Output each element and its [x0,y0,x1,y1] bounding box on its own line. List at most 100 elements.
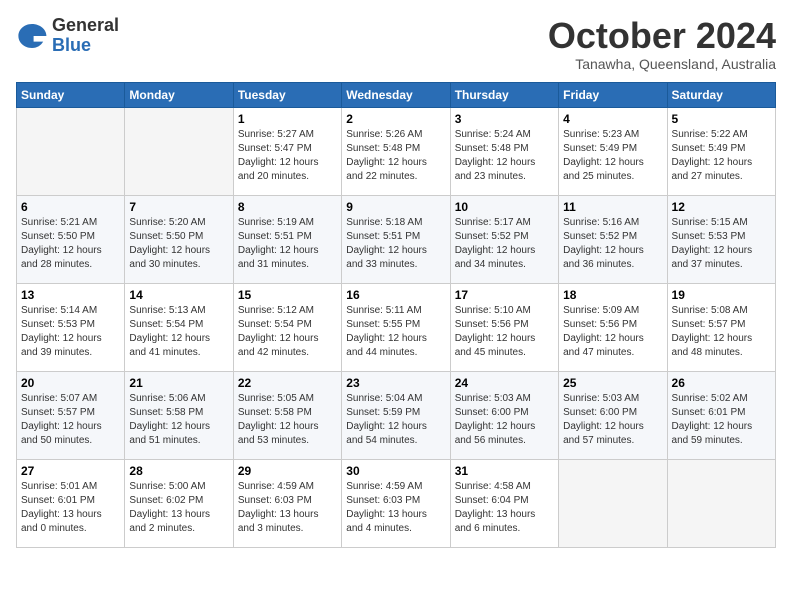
day-number: 10 [455,200,554,214]
calendar-cell [17,107,125,195]
day-number: 25 [563,376,662,390]
day-number: 31 [455,464,554,478]
calendar-week-row: 27Sunrise: 5:01 AMSunset: 6:01 PMDayligh… [17,459,776,547]
day-number: 11 [563,200,662,214]
calendar-week-row: 20 Sunrise: 5:07 AMSunset: 5:57 PMDayligh… [17,371,776,459]
day-info: Sunrise: 5:08 AMSunset: 5:57 PMDaylight:… [672,304,771,360]
day-info: Sunrise: 5:19 AMSunset: 5:51 PMDaylight:… [238,216,337,272]
calendar-cell: 27Sunrise: 5:01 AMSunset: 6:01 PMDayligh… [17,459,125,547]
day-info: Sunrise: 5:17 AMSunset: 5:52 PMDaylight:… [455,216,554,272]
day-info: Sunrise: 5:00 AMSunset: 6:02 PMDaylight:… [129,480,228,536]
weekday-header: Wednesday [342,82,450,107]
calendar-cell: 9Sunrise: 5:18 AMSunset: 5:51 PMDaylight… [342,195,450,283]
day-number: 7 [129,200,228,214]
calendar-cell: 31 Sunrise: 4:58 AMSunset: 6:04 PMDayligh… [450,459,558,547]
day-info: Sunrise: 5:09 AMSunset: 5:56 PMDaylight:… [563,304,662,360]
calendar-cell: 28 Sunrise: 5:00 AMSunset: 6:02 PMDayligh… [125,459,233,547]
day-info: Sunrise: 5:15 AMSunset: 5:53 PMDaylight:… [672,216,771,272]
calendar-week-row: 13 Sunrise: 5:14 AMSunset: 5:53 PMDayligh… [17,283,776,371]
day-number: 24 [455,376,554,390]
page-header: General Blue October 2024 Tanawha, Queen… [16,16,776,72]
day-number: 1 [238,112,337,126]
day-info: Sunrise: 5:18 AMSunset: 5:51 PMDaylight:… [346,216,445,272]
calendar-cell: 10 Sunrise: 5:17 AMSunset: 5:52 PMDayligh… [450,195,558,283]
day-number: 30 [346,464,445,478]
day-info: Sunrise: 5:20 AMSunset: 5:50 PMDaylight:… [129,216,228,272]
day-number: 4 [563,112,662,126]
logo-text: General Blue [52,16,119,56]
day-number: 23 [346,376,445,390]
day-info: Sunrise: 5:07 AMSunset: 5:57 PMDaylight:… [21,392,120,448]
day-info: Sunrise: 5:04 AMSunset: 5:59 PMDaylight:… [346,392,445,448]
calendar-cell: 25 Sunrise: 5:03 AMSunset: 6:00 PMDayligh… [559,371,667,459]
day-number: 20 [21,376,120,390]
weekday-header: Saturday [667,82,775,107]
logo: General Blue [16,16,119,56]
day-number: 18 [563,288,662,302]
title-block: October 2024 Tanawha, Queensland, Austra… [548,16,776,72]
day-number: 26 [672,376,771,390]
weekday-header: Tuesday [233,82,341,107]
day-number: 13 [21,288,120,302]
weekday-header-row: SundayMondayTuesdayWednesdayThursdayFrid… [17,82,776,107]
day-info: Sunrise: 5:02 AMSunset: 6:01 PMDaylight:… [672,392,771,448]
day-number: 16 [346,288,445,302]
day-number: 17 [455,288,554,302]
day-number: 3 [455,112,554,126]
calendar-cell: 29Sunrise: 4:59 AMSunset: 6:03 PMDayligh… [233,459,341,547]
day-info: Sunrise: 5:10 AMSunset: 5:56 PMDaylight:… [455,304,554,360]
day-info: Sunrise: 5:13 AMSunset: 5:54 PMDaylight:… [129,304,228,360]
day-number: 19 [672,288,771,302]
calendar-cell: 24Sunrise: 5:03 AMSunset: 6:00 PMDayligh… [450,371,558,459]
calendar-week-row: 1Sunrise: 5:27 AMSunset: 5:47 PMDaylight… [17,107,776,195]
day-number: 22 [238,376,337,390]
day-number: 12 [672,200,771,214]
day-info: Sunrise: 5:24 AMSunset: 5:48 PMDaylight:… [455,128,554,184]
calendar-cell: 6Sunrise: 5:21 AMSunset: 5:50 PMDaylight… [17,195,125,283]
day-number: 21 [129,376,228,390]
location-subtitle: Tanawha, Queensland, Australia [548,56,776,72]
day-info: Sunrise: 5:05 AMSunset: 5:58 PMDaylight:… [238,392,337,448]
calendar-cell: 5Sunrise: 5:22 AMSunset: 5:49 PMDaylight… [667,107,775,195]
day-number: 28 [129,464,228,478]
calendar-cell [667,459,775,547]
day-info: Sunrise: 5:16 AMSunset: 5:52 PMDaylight:… [563,216,662,272]
calendar-cell: 2Sunrise: 5:26 AMSunset: 5:48 PMDaylight… [342,107,450,195]
calendar-cell: 19 Sunrise: 5:08 AMSunset: 5:57 PMDayligh… [667,283,775,371]
calendar-cell: 20 Sunrise: 5:07 AMSunset: 5:57 PMDayligh… [17,371,125,459]
weekday-header: Friday [559,82,667,107]
day-info: Sunrise: 5:12 AMSunset: 5:54 PMDaylight:… [238,304,337,360]
calendar-cell: 7 Sunrise: 5:20 AMSunset: 5:50 PMDaylight… [125,195,233,283]
calendar-table: SundayMondayTuesdayWednesdayThursdayFrid… [16,82,776,548]
day-info: Sunrise: 5:06 AMSunset: 5:58 PMDaylight:… [129,392,228,448]
calendar-cell: 26 Sunrise: 5:02 AMSunset: 6:01 PMDayligh… [667,371,775,459]
calendar-cell: 13 Sunrise: 5:14 AMSunset: 5:53 PMDayligh… [17,283,125,371]
calendar-cell: 11 Sunrise: 5:16 AMSunset: 5:52 PMDayligh… [559,195,667,283]
month-title: October 2024 [548,16,776,56]
calendar-cell: 4 Sunrise: 5:23 AMSunset: 5:49 PMDaylight… [559,107,667,195]
weekday-header: Sunday [17,82,125,107]
day-info: Sunrise: 5:01 AMSunset: 6:01 PMDaylight:… [21,480,120,536]
day-info: Sunrise: 5:14 AMSunset: 5:53 PMDaylight:… [21,304,120,360]
day-number: 2 [346,112,445,126]
calendar-cell [559,459,667,547]
calendar-cell: 12 Sunrise: 5:15 AMSunset: 5:53 PMDayligh… [667,195,775,283]
day-info: Sunrise: 4:59 AMSunset: 6:03 PMDaylight:… [346,480,445,536]
calendar-cell: 14 Sunrise: 5:13 AMSunset: 5:54 PMDayligh… [125,283,233,371]
day-number: 6 [21,200,120,214]
day-info: Sunrise: 5:03 AMSunset: 6:00 PMDaylight:… [563,392,662,448]
calendar-cell: 30 Sunrise: 4:59 AMSunset: 6:03 PMDayligh… [342,459,450,547]
day-number: 14 [129,288,228,302]
calendar-cell: 21 Sunrise: 5:06 AMSunset: 5:58 PMDayligh… [125,371,233,459]
calendar-cell: 16Sunrise: 5:11 AMSunset: 5:55 PMDayligh… [342,283,450,371]
day-info: Sunrise: 4:58 AMSunset: 6:04 PMDaylight:… [455,480,554,536]
calendar-cell: 8 Sunrise: 5:19 AMSunset: 5:51 PMDaylight… [233,195,341,283]
logo-icon [16,20,48,52]
day-number: 8 [238,200,337,214]
calendar-cell: 1Sunrise: 5:27 AMSunset: 5:47 PMDaylight… [233,107,341,195]
calendar-cell: 23 Sunrise: 5:04 AMSunset: 5:59 PMDayligh… [342,371,450,459]
calendar-cell: 17 Sunrise: 5:10 AMSunset: 5:56 PMDayligh… [450,283,558,371]
calendar-cell: 18 Sunrise: 5:09 AMSunset: 5:56 PMDayligh… [559,283,667,371]
day-info: Sunrise: 5:23 AMSunset: 5:49 PMDaylight:… [563,128,662,184]
day-info: Sunrise: 5:22 AMSunset: 5:49 PMDaylight:… [672,128,771,184]
